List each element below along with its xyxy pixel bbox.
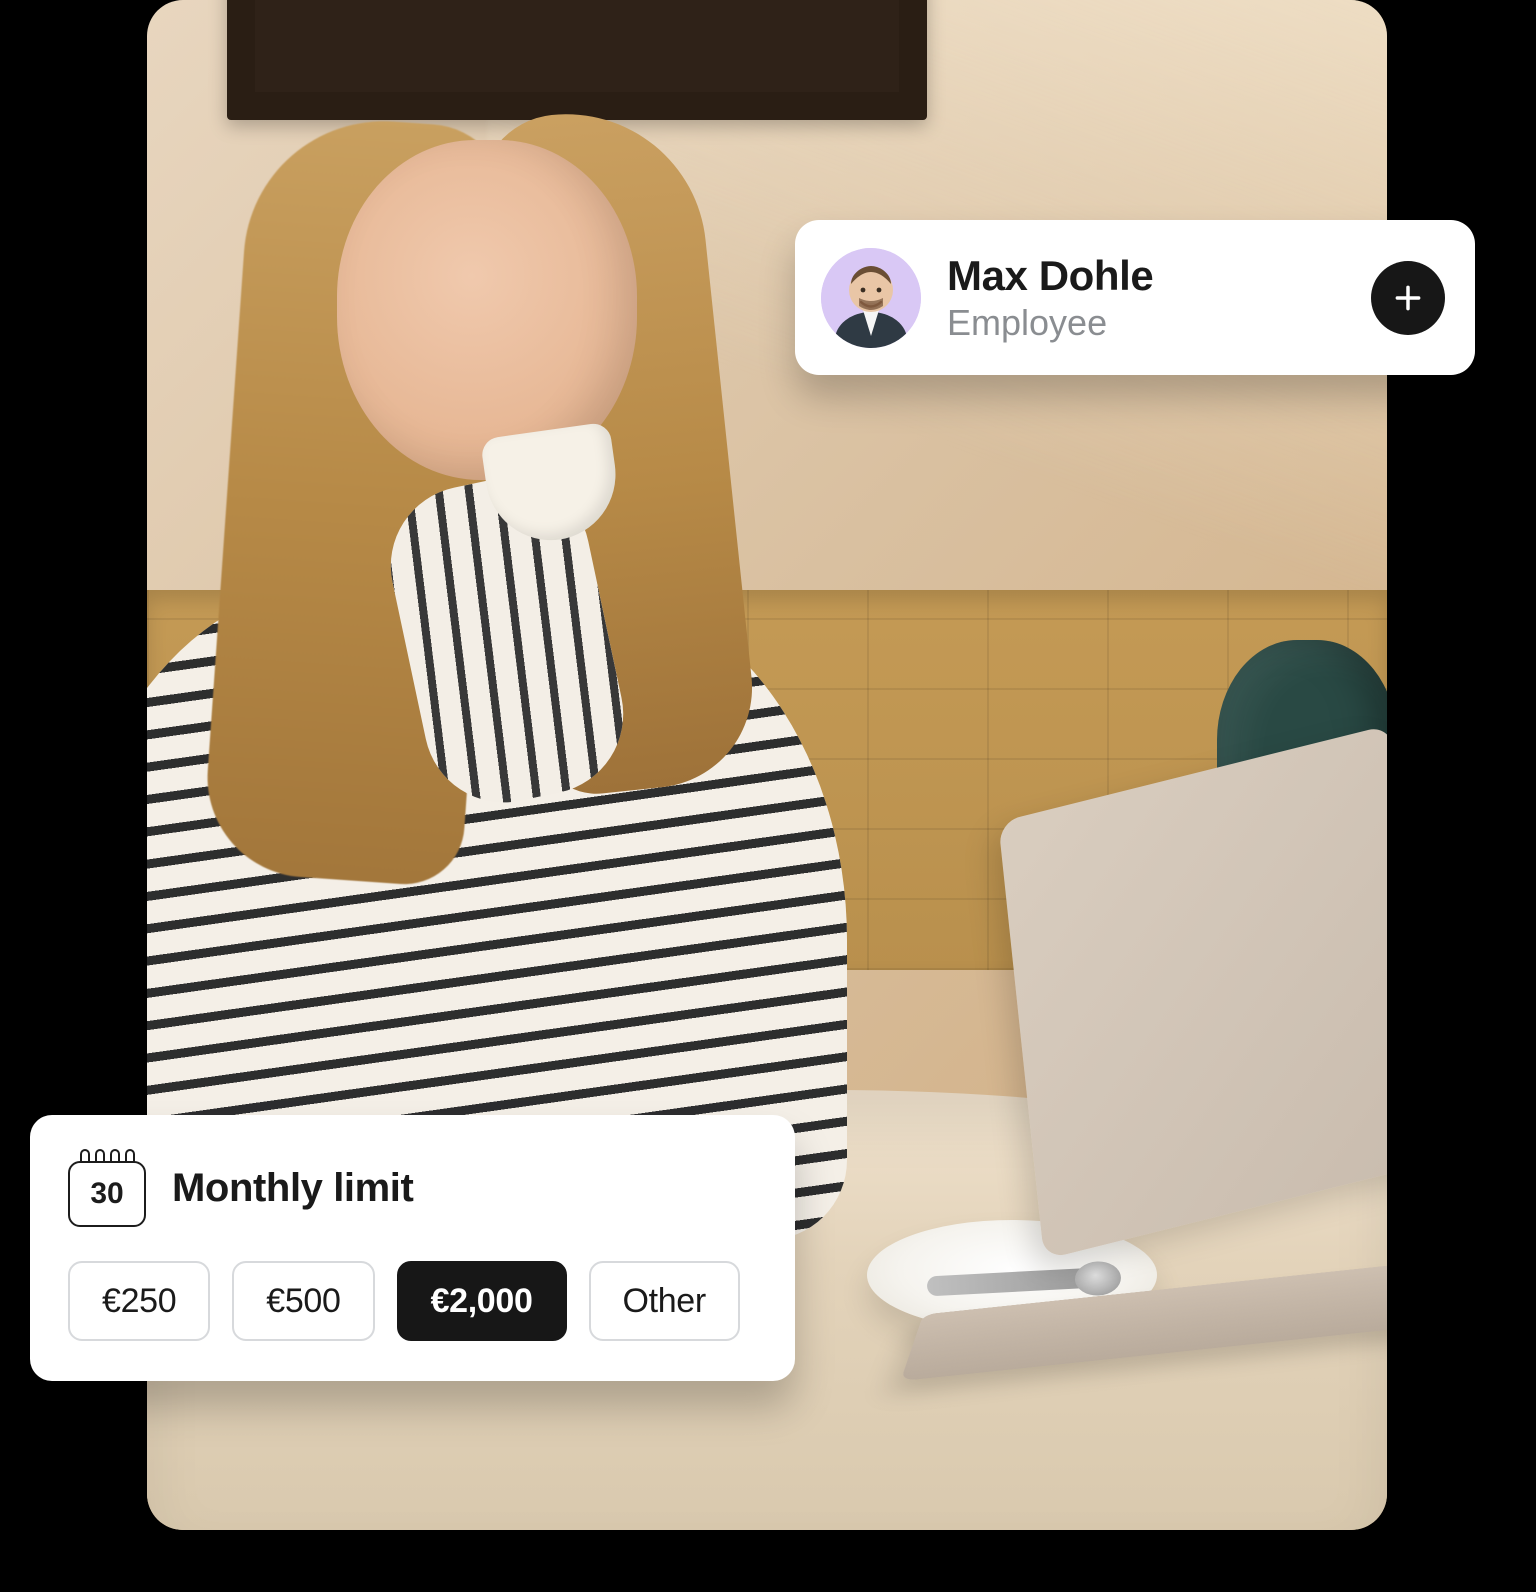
calendar-icon: 30 [68,1149,146,1227]
calendar-day: 30 [68,1161,146,1227]
limit-option-500[interactable]: €500 [232,1261,374,1341]
employee-name: Max Dohle [947,253,1345,299]
limit-option-250[interactable]: €250 [68,1261,210,1341]
employee-card[interactable]: Max Dohle Employee [795,220,1475,375]
monthly-limit-card: 30 Monthly limit €250 €500 €2,000 Other [30,1115,795,1381]
avatar [821,248,921,348]
limit-option-2000[interactable]: €2,000 [397,1261,567,1341]
add-button[interactable] [1371,261,1445,335]
monthly-limit-header: 30 Monthly limit [68,1149,757,1227]
plus-icon [1392,282,1424,314]
limit-option-other[interactable]: Other [589,1261,740,1341]
employee-text: Max Dohle Employee [947,253,1345,343]
monthly-limit-title: Monthly limit [172,1166,413,1211]
employee-role: Employee [947,303,1345,343]
monthly-limit-options: €250 €500 €2,000 Other [68,1261,757,1341]
